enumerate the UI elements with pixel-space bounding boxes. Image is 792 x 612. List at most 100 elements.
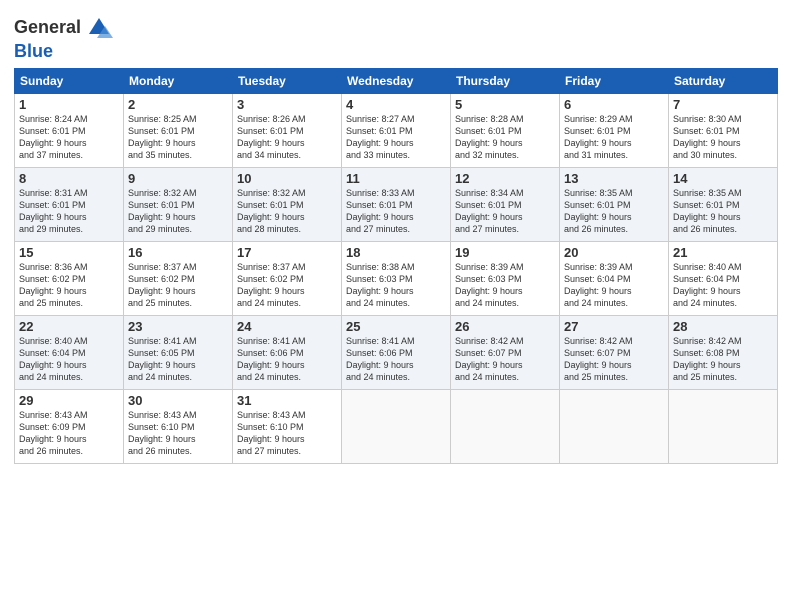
day-cell: 4Sunrise: 8:27 AM Sunset: 6:01 PM Daylig… bbox=[342, 94, 451, 168]
day-number: 4 bbox=[346, 97, 446, 112]
col-header-sunday: Sunday bbox=[15, 69, 124, 94]
day-number: 10 bbox=[237, 171, 337, 186]
logo-text-blue: Blue bbox=[14, 41, 53, 61]
day-cell: 1Sunrise: 8:24 AM Sunset: 6:01 PM Daylig… bbox=[15, 94, 124, 168]
day-cell: 23Sunrise: 8:41 AM Sunset: 6:05 PM Dayli… bbox=[124, 316, 233, 390]
day-number: 2 bbox=[128, 97, 228, 112]
calendar-table: SundayMondayTuesdayWednesdayThursdayFrid… bbox=[14, 68, 778, 464]
day-number: 25 bbox=[346, 319, 446, 334]
day-info: Sunrise: 8:32 AM Sunset: 6:01 PM Dayligh… bbox=[128, 187, 228, 236]
day-number: 27 bbox=[564, 319, 664, 334]
day-info: Sunrise: 8:39 AM Sunset: 6:03 PM Dayligh… bbox=[455, 261, 555, 310]
day-info: Sunrise: 8:34 AM Sunset: 6:01 PM Dayligh… bbox=[455, 187, 555, 236]
header: General Blue bbox=[14, 10, 778, 62]
day-cell: 21Sunrise: 8:40 AM Sunset: 6:04 PM Dayli… bbox=[669, 242, 778, 316]
day-cell: 3Sunrise: 8:26 AM Sunset: 6:01 PM Daylig… bbox=[233, 94, 342, 168]
col-header-friday: Friday bbox=[560, 69, 669, 94]
col-header-saturday: Saturday bbox=[669, 69, 778, 94]
day-cell: 16Sunrise: 8:37 AM Sunset: 6:02 PM Dayli… bbox=[124, 242, 233, 316]
col-header-monday: Monday bbox=[124, 69, 233, 94]
day-info: Sunrise: 8:41 AM Sunset: 6:06 PM Dayligh… bbox=[237, 335, 337, 384]
day-number: 31 bbox=[237, 393, 337, 408]
day-cell: 5Sunrise: 8:28 AM Sunset: 6:01 PM Daylig… bbox=[451, 94, 560, 168]
day-cell: 2Sunrise: 8:25 AM Sunset: 6:01 PM Daylig… bbox=[124, 94, 233, 168]
day-number: 11 bbox=[346, 171, 446, 186]
day-info: Sunrise: 8:37 AM Sunset: 6:02 PM Dayligh… bbox=[128, 261, 228, 310]
day-number: 23 bbox=[128, 319, 228, 334]
day-cell bbox=[560, 390, 669, 464]
day-number: 17 bbox=[237, 245, 337, 260]
day-number: 18 bbox=[346, 245, 446, 260]
week-row-5: 29Sunrise: 8:43 AM Sunset: 6:09 PM Dayli… bbox=[15, 390, 778, 464]
day-number: 16 bbox=[128, 245, 228, 260]
day-number: 19 bbox=[455, 245, 555, 260]
day-cell: 6Sunrise: 8:29 AM Sunset: 6:01 PM Daylig… bbox=[560, 94, 669, 168]
day-info: Sunrise: 8:29 AM Sunset: 6:01 PM Dayligh… bbox=[564, 113, 664, 162]
day-info: Sunrise: 8:35 AM Sunset: 6:01 PM Dayligh… bbox=[564, 187, 664, 236]
day-cell: 18Sunrise: 8:38 AM Sunset: 6:03 PM Dayli… bbox=[342, 242, 451, 316]
day-cell bbox=[451, 390, 560, 464]
day-info: Sunrise: 8:42 AM Sunset: 6:07 PM Dayligh… bbox=[455, 335, 555, 384]
day-info: Sunrise: 8:35 AM Sunset: 6:01 PM Dayligh… bbox=[673, 187, 773, 236]
day-cell bbox=[669, 390, 778, 464]
day-cell: 12Sunrise: 8:34 AM Sunset: 6:01 PM Dayli… bbox=[451, 168, 560, 242]
day-cell: 11Sunrise: 8:33 AM Sunset: 6:01 PM Dayli… bbox=[342, 168, 451, 242]
page: General Blue SundayMondayTuesdayWednesda… bbox=[0, 0, 792, 612]
day-cell: 17Sunrise: 8:37 AM Sunset: 6:02 PM Dayli… bbox=[233, 242, 342, 316]
day-number: 12 bbox=[455, 171, 555, 186]
day-info: Sunrise: 8:26 AM Sunset: 6:01 PM Dayligh… bbox=[237, 113, 337, 162]
logo-icon bbox=[85, 14, 113, 42]
day-info: Sunrise: 8:31 AM Sunset: 6:01 PM Dayligh… bbox=[19, 187, 119, 236]
day-info: Sunrise: 8:27 AM Sunset: 6:01 PM Dayligh… bbox=[346, 113, 446, 162]
day-info: Sunrise: 8:40 AM Sunset: 6:04 PM Dayligh… bbox=[673, 261, 773, 310]
day-info: Sunrise: 8:24 AM Sunset: 6:01 PM Dayligh… bbox=[19, 113, 119, 162]
day-cell: 20Sunrise: 8:39 AM Sunset: 6:04 PM Dayli… bbox=[560, 242, 669, 316]
day-number: 20 bbox=[564, 245, 664, 260]
day-info: Sunrise: 8:41 AM Sunset: 6:05 PM Dayligh… bbox=[128, 335, 228, 384]
day-cell: 26Sunrise: 8:42 AM Sunset: 6:07 PM Dayli… bbox=[451, 316, 560, 390]
day-info: Sunrise: 8:36 AM Sunset: 6:02 PM Dayligh… bbox=[19, 261, 119, 310]
day-number: 28 bbox=[673, 319, 773, 334]
day-info: Sunrise: 8:25 AM Sunset: 6:01 PM Dayligh… bbox=[128, 113, 228, 162]
day-info: Sunrise: 8:38 AM Sunset: 6:03 PM Dayligh… bbox=[346, 261, 446, 310]
day-info: Sunrise: 8:33 AM Sunset: 6:01 PM Dayligh… bbox=[346, 187, 446, 236]
day-info: Sunrise: 8:42 AM Sunset: 6:07 PM Dayligh… bbox=[564, 335, 664, 384]
day-info: Sunrise: 8:43 AM Sunset: 6:10 PM Dayligh… bbox=[128, 409, 228, 458]
day-number: 26 bbox=[455, 319, 555, 334]
day-number: 6 bbox=[564, 97, 664, 112]
day-info: Sunrise: 8:39 AM Sunset: 6:04 PM Dayligh… bbox=[564, 261, 664, 310]
day-number: 29 bbox=[19, 393, 119, 408]
col-header-wednesday: Wednesday bbox=[342, 69, 451, 94]
day-cell: 9Sunrise: 8:32 AM Sunset: 6:01 PM Daylig… bbox=[124, 168, 233, 242]
day-number: 13 bbox=[564, 171, 664, 186]
day-number: 21 bbox=[673, 245, 773, 260]
week-row-3: 15Sunrise: 8:36 AM Sunset: 6:02 PM Dayli… bbox=[15, 242, 778, 316]
day-cell: 15Sunrise: 8:36 AM Sunset: 6:02 PM Dayli… bbox=[15, 242, 124, 316]
day-cell: 31Sunrise: 8:43 AM Sunset: 6:10 PM Dayli… bbox=[233, 390, 342, 464]
day-cell: 27Sunrise: 8:42 AM Sunset: 6:07 PM Dayli… bbox=[560, 316, 669, 390]
day-cell bbox=[342, 390, 451, 464]
day-number: 24 bbox=[237, 319, 337, 334]
week-row-2: 8Sunrise: 8:31 AM Sunset: 6:01 PM Daylig… bbox=[15, 168, 778, 242]
day-info: Sunrise: 8:37 AM Sunset: 6:02 PM Dayligh… bbox=[237, 261, 337, 310]
day-info: Sunrise: 8:43 AM Sunset: 6:10 PM Dayligh… bbox=[237, 409, 337, 458]
day-cell: 10Sunrise: 8:32 AM Sunset: 6:01 PM Dayli… bbox=[233, 168, 342, 242]
day-number: 9 bbox=[128, 171, 228, 186]
day-info: Sunrise: 8:43 AM Sunset: 6:09 PM Dayligh… bbox=[19, 409, 119, 458]
day-info: Sunrise: 8:32 AM Sunset: 6:01 PM Dayligh… bbox=[237, 187, 337, 236]
day-cell: 8Sunrise: 8:31 AM Sunset: 6:01 PM Daylig… bbox=[15, 168, 124, 242]
col-header-thursday: Thursday bbox=[451, 69, 560, 94]
day-number: 5 bbox=[455, 97, 555, 112]
day-cell: 14Sunrise: 8:35 AM Sunset: 6:01 PM Dayli… bbox=[669, 168, 778, 242]
day-cell: 19Sunrise: 8:39 AM Sunset: 6:03 PM Dayli… bbox=[451, 242, 560, 316]
day-cell: 22Sunrise: 8:40 AM Sunset: 6:04 PM Dayli… bbox=[15, 316, 124, 390]
day-cell: 29Sunrise: 8:43 AM Sunset: 6:09 PM Dayli… bbox=[15, 390, 124, 464]
day-cell: 30Sunrise: 8:43 AM Sunset: 6:10 PM Dayli… bbox=[124, 390, 233, 464]
day-number: 3 bbox=[237, 97, 337, 112]
logo: General Blue bbox=[14, 14, 113, 62]
day-number: 1 bbox=[19, 97, 119, 112]
day-number: 15 bbox=[19, 245, 119, 260]
header-row: SundayMondayTuesdayWednesdayThursdayFrid… bbox=[15, 69, 778, 94]
day-number: 8 bbox=[19, 171, 119, 186]
day-cell: 13Sunrise: 8:35 AM Sunset: 6:01 PM Dayli… bbox=[560, 168, 669, 242]
